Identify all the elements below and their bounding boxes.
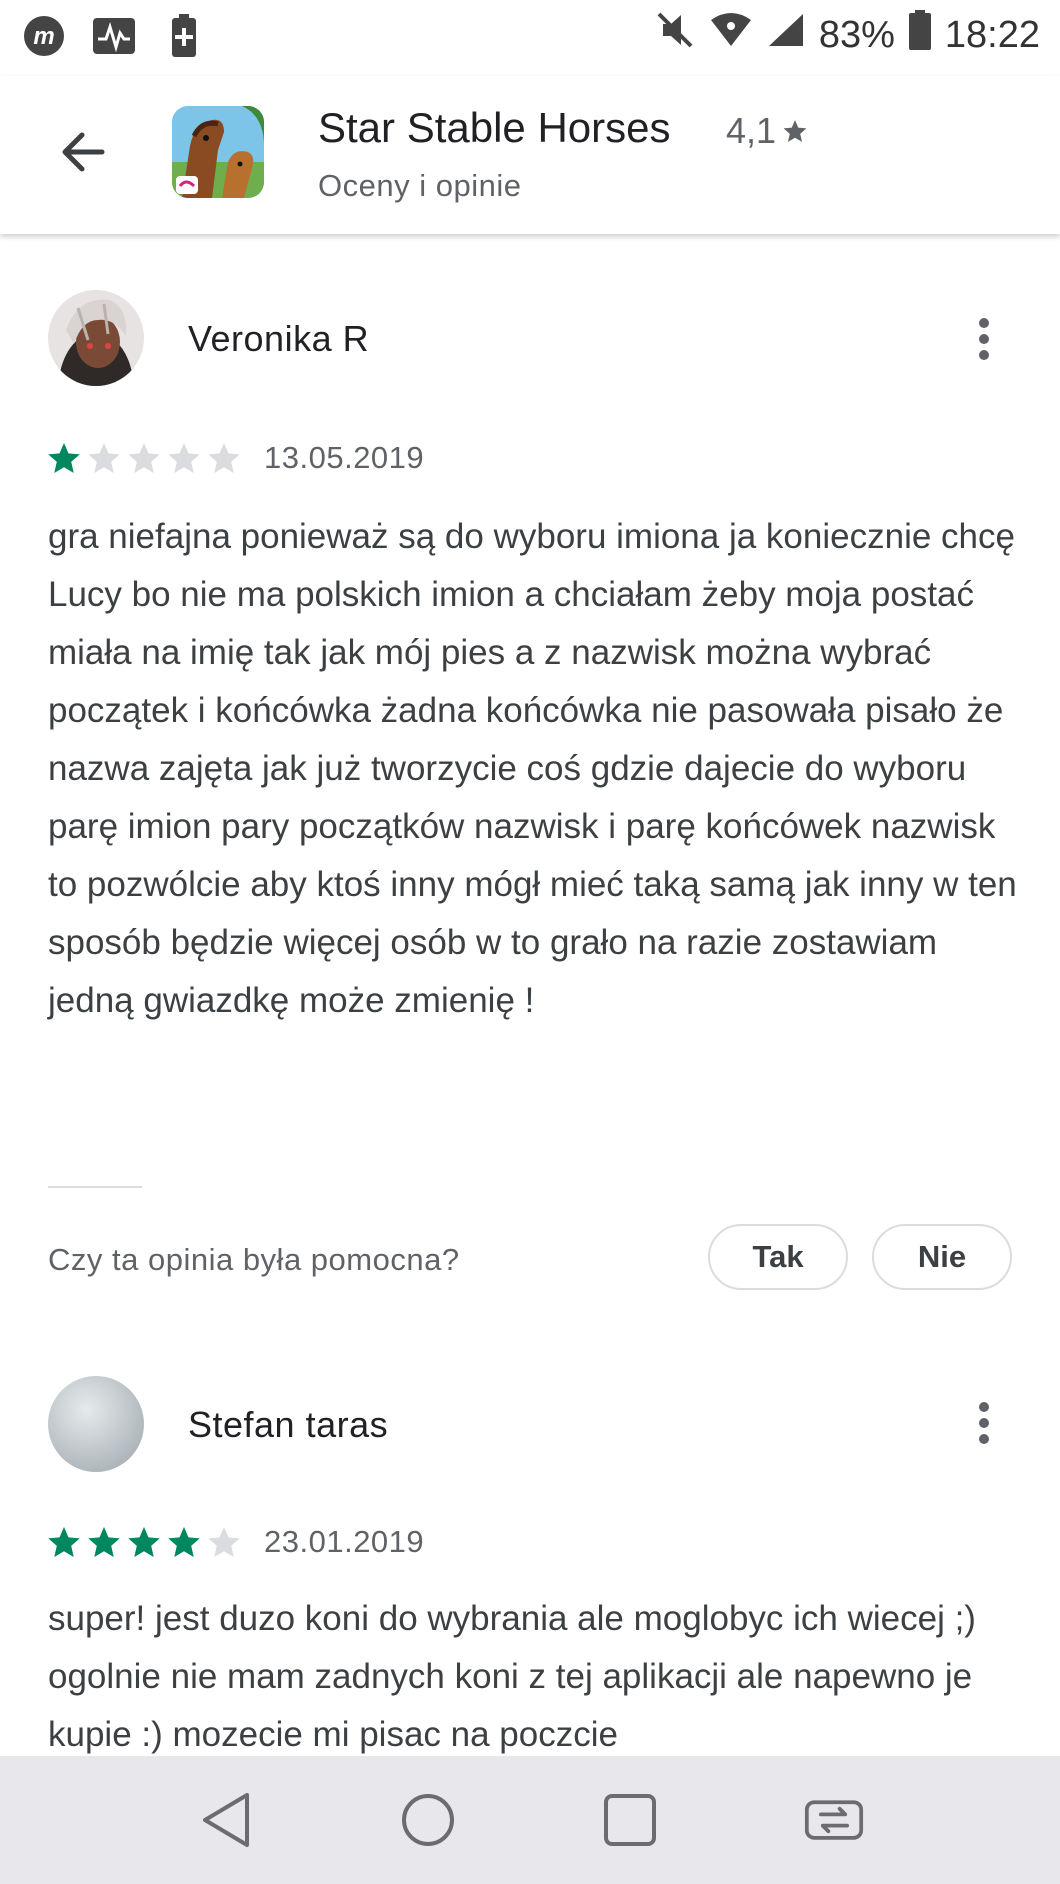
back-arrow-icon[interactable] bbox=[52, 120, 116, 184]
star-empty-icon bbox=[88, 443, 120, 473]
helpful-yes-button[interactable]: Tak bbox=[708, 1224, 848, 1290]
star-filled-icon bbox=[48, 1527, 80, 1557]
m-app-icon: m bbox=[22, 14, 66, 58]
app-title: Star Stable Horses bbox=[318, 104, 671, 151]
app-rating-value: 4,1 bbox=[726, 110, 777, 151]
page-subtitle: Oceny i opinie bbox=[318, 168, 522, 203]
star-filled-icon bbox=[88, 1527, 120, 1557]
more-options-icon[interactable] bbox=[972, 1402, 996, 1450]
app-rating: 4,1 bbox=[726, 110, 808, 152]
wifi-icon bbox=[709, 12, 753, 58]
star-filled-icon bbox=[168, 1527, 200, 1557]
svg-text:m: m bbox=[33, 23, 54, 50]
review-author: Stefan taras bbox=[188, 1404, 389, 1445]
battery-percent: 83% bbox=[818, 13, 895, 56]
star-rating bbox=[46, 1524, 242, 1560]
star-empty-icon bbox=[168, 443, 200, 473]
avatar[interactable] bbox=[48, 1376, 144, 1472]
star-empty-icon bbox=[208, 1527, 240, 1557]
status-bar: m 83% 18:22 bbox=[0, 0, 1060, 76]
review-date: 13.05.2019 bbox=[264, 440, 425, 475]
clock: 18:22 bbox=[944, 13, 1040, 56]
mute-icon bbox=[655, 10, 695, 60]
nav-back-icon[interactable] bbox=[196, 1790, 256, 1850]
review-date: 23.01.2019 bbox=[264, 1524, 425, 1559]
star-rating bbox=[46, 440, 242, 476]
app-header: Star Stable Horses 4,1 Oceny i opinie bbox=[0, 76, 1060, 234]
helpful-question: Czy ta opinia była pomocna? bbox=[48, 1242, 460, 1277]
battery-icon bbox=[908, 10, 931, 60]
star-icon bbox=[783, 120, 807, 142]
nav-switch-icon[interactable] bbox=[804, 1790, 864, 1850]
divider bbox=[48, 1186, 142, 1188]
star-filled-icon bbox=[48, 443, 80, 473]
review-text: gra niefajna ponieważ są do wyboru imion… bbox=[48, 517, 1017, 1020]
review-author: Veronika R bbox=[188, 318, 370, 359]
battery-saver-icon bbox=[162, 14, 206, 58]
navigation-bar bbox=[0, 1756, 1060, 1884]
signal-icon bbox=[767, 12, 805, 58]
activity-icon bbox=[92, 14, 136, 58]
star-empty-icon bbox=[208, 443, 240, 473]
star-empty-icon bbox=[128, 443, 160, 473]
nav-recents-icon[interactable] bbox=[600, 1790, 660, 1850]
app-icon[interactable] bbox=[172, 106, 264, 198]
helpful-no-button[interactable]: Nie bbox=[872, 1224, 1012, 1290]
review-text: super! jest duzo koni do wybrania ale mo… bbox=[48, 1599, 976, 1754]
nav-home-icon[interactable] bbox=[398, 1790, 458, 1850]
more-options-icon[interactable] bbox=[972, 318, 996, 366]
star-filled-icon bbox=[128, 1527, 160, 1557]
avatar[interactable] bbox=[48, 290, 144, 386]
